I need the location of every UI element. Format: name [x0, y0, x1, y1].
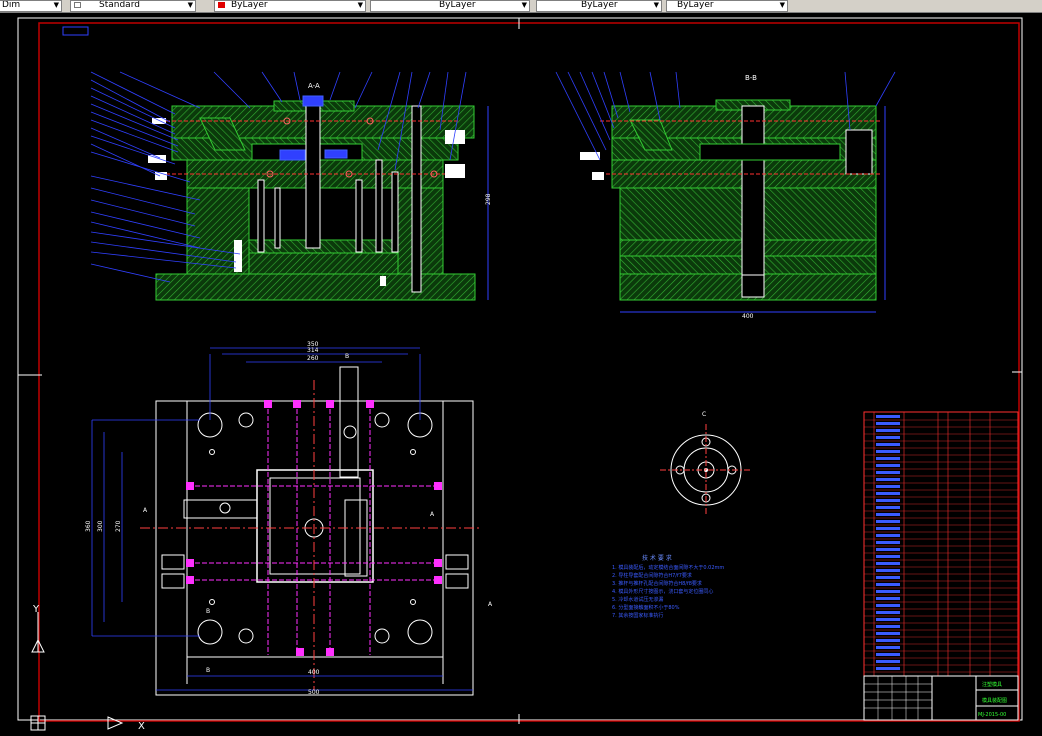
dim-left-1: 360	[85, 520, 92, 532]
ucs-x-label: X	[138, 721, 145, 732]
bom-row-text-placeholder	[876, 583, 900, 586]
bom-row-text-placeholder	[876, 625, 900, 628]
dim-bottom-1: 400	[308, 669, 320, 676]
bom-row-text-placeholder	[876, 569, 900, 572]
bill-of-materials-table: 注塑模具 模具装配图 MJ-2015-00	[863, 411, 1019, 721]
bom-row-text-placeholder	[876, 576, 900, 579]
detail-view-c: C	[660, 411, 752, 516]
dimstyle-dropdown[interactable]: Dim ▼	[0, 0, 62, 12]
dim-left-3: 270	[115, 520, 122, 532]
title-block-name: 模具装配图	[982, 697, 1007, 704]
bom-row-text-placeholder	[876, 653, 900, 656]
dim-bottom-2: 500	[308, 689, 320, 696]
linetype-dropdown[interactable]: ByLayer ▼	[370, 0, 530, 12]
bom-row-text-placeholder	[876, 464, 900, 467]
chevron-down-icon: ▼	[521, 1, 527, 9]
note-5: 5. 冷却水道试压无渗漏	[612, 596, 663, 603]
bom-row-text-placeholder	[876, 457, 900, 460]
ucs-y-label: Y	[32, 604, 40, 615]
bom-row-text-placeholder	[876, 429, 900, 432]
bom-row-text-placeholder	[876, 471, 900, 474]
section-b-bottom-label: B	[206, 667, 210, 674]
bom-row-text-placeholder	[876, 499, 900, 502]
section-a-left-label: A	[143, 507, 148, 514]
linetype-value: ByLayer	[439, 0, 476, 10]
note-4: 4. 模具外形尺寸按图示，浇口套与定位圈同心	[612, 588, 713, 595]
plan-view: 350 314 260 400 500 360 300 270 B A A B …	[85, 341, 493, 696]
section-a-right-label: A	[430, 511, 435, 518]
bom-row-text-placeholder	[876, 597, 900, 600]
bom-row-text-placeholder	[876, 618, 900, 621]
technical-notes: 技 术 要 求 1. 模具装配后，动定模结合面间隙不大于0.02mm 2. 导柱…	[612, 554, 724, 619]
bom-row-text-placeholder	[876, 513, 900, 516]
chevron-down-icon: ▼	[653, 1, 659, 9]
bom-row-text-placeholder	[876, 660, 900, 663]
bom-row-text-placeholder	[876, 450, 900, 453]
plotstyle-value: ByLayer	[677, 0, 714, 10]
section-bb-label: B-B	[745, 74, 757, 82]
title-block-company: 注塑模具	[982, 681, 1002, 688]
bom-row-text-placeholder	[876, 520, 900, 523]
bom-row-text-placeholder	[876, 604, 900, 607]
height-dimension: 298	[485, 193, 492, 205]
dim-left-2: 300	[97, 520, 104, 532]
dim-top-3: 260	[307, 355, 319, 362]
bom-rows	[864, 415, 1018, 673]
chevron-down-icon: ▼	[357, 1, 363, 9]
detail-c-label: C	[702, 411, 706, 418]
bom-row-text-placeholder	[876, 443, 900, 446]
properties-toolbar: Dim ▼ Standard ▼ ByLayer ▼ ByLayer ▼ ByL…	[0, 0, 1042, 13]
bom-row-text-placeholder	[876, 492, 900, 495]
bom-row-text-placeholder	[876, 555, 900, 558]
bom-row-text-placeholder	[876, 646, 900, 649]
section-a-bottom-label: A	[488, 601, 493, 608]
textstyle-value: Standard	[99, 0, 140, 10]
bom-row-text-placeholder	[876, 667, 900, 670]
bom-row-text-placeholder	[876, 632, 900, 635]
bom-row-text-placeholder	[876, 639, 900, 642]
bom-row-text-placeholder	[876, 590, 900, 593]
bom-row-text-placeholder	[876, 506, 900, 509]
color-dropdown[interactable]: ByLayer ▼	[214, 0, 366, 12]
lineweight-dropdown[interactable]: ByLayer ▼	[536, 0, 662, 12]
section-b-label: B	[206, 608, 210, 615]
note-7: 7. 其余按国家标准执行	[612, 612, 663, 619]
color-value: ByLayer	[231, 0, 268, 10]
bom-row-text-placeholder	[876, 562, 900, 565]
drawing-canvas[interactable]: A-A 298 B-B 400 350 314 260 400 500 360 …	[0, 13, 1042, 736]
section-view-bb: B-B 400	[555, 71, 896, 320]
bom-row-text-placeholder	[876, 422, 900, 425]
color-swatch-icon	[218, 2, 225, 8]
plotstyle-dropdown[interactable]: ByLayer ▼	[666, 0, 788, 12]
bom-row-text-placeholder	[876, 534, 900, 537]
bom-row-text-placeholder	[876, 548, 900, 551]
chevron-down-icon: ▼	[53, 1, 59, 9]
title-block-number: MJ-2015-00	[978, 712, 1006, 718]
bom-row-text-placeholder	[876, 527, 900, 530]
textstyle-dropdown[interactable]: Standard ▼	[70, 0, 196, 12]
dim-top-2: 314	[307, 347, 319, 354]
chevron-down-icon: ▼	[779, 1, 785, 9]
section-aa-label: A-A	[308, 82, 320, 90]
section-view-aa: A-A 298	[90, 71, 492, 301]
bb-width-dimension: 400	[742, 313, 754, 320]
ucs-icon: Y X	[30, 604, 145, 732]
note-6: 6. 分型面接触面积不小于80%	[612, 604, 680, 611]
lineweight-value: ByLayer	[581, 0, 618, 10]
bom-row-text-placeholder	[876, 611, 900, 614]
note-1: 1. 模具装配后，动定模结合面间隙不大于0.02mm	[612, 564, 724, 571]
chevron-down-icon: ▼	[187, 1, 193, 9]
section-b1-label: B	[345, 353, 349, 360]
text-style-icon	[74, 2, 81, 8]
note-3: 3. 推杆与推杆孔配合间隙符合H8/f8要求	[612, 580, 702, 587]
bom-row-text-placeholder	[876, 485, 900, 488]
bom-row-text-placeholder	[876, 478, 900, 481]
dimstyle-value: Dim	[2, 0, 21, 10]
bom-row-text-placeholder	[876, 541, 900, 544]
note-2: 2. 导柱导套配合间隙符合H7/f7要求	[612, 572, 692, 579]
notes-title: 技 术 要 求	[642, 554, 672, 562]
bom-row-text-placeholder	[876, 415, 900, 418]
bom-row-text-placeholder	[876, 436, 900, 439]
